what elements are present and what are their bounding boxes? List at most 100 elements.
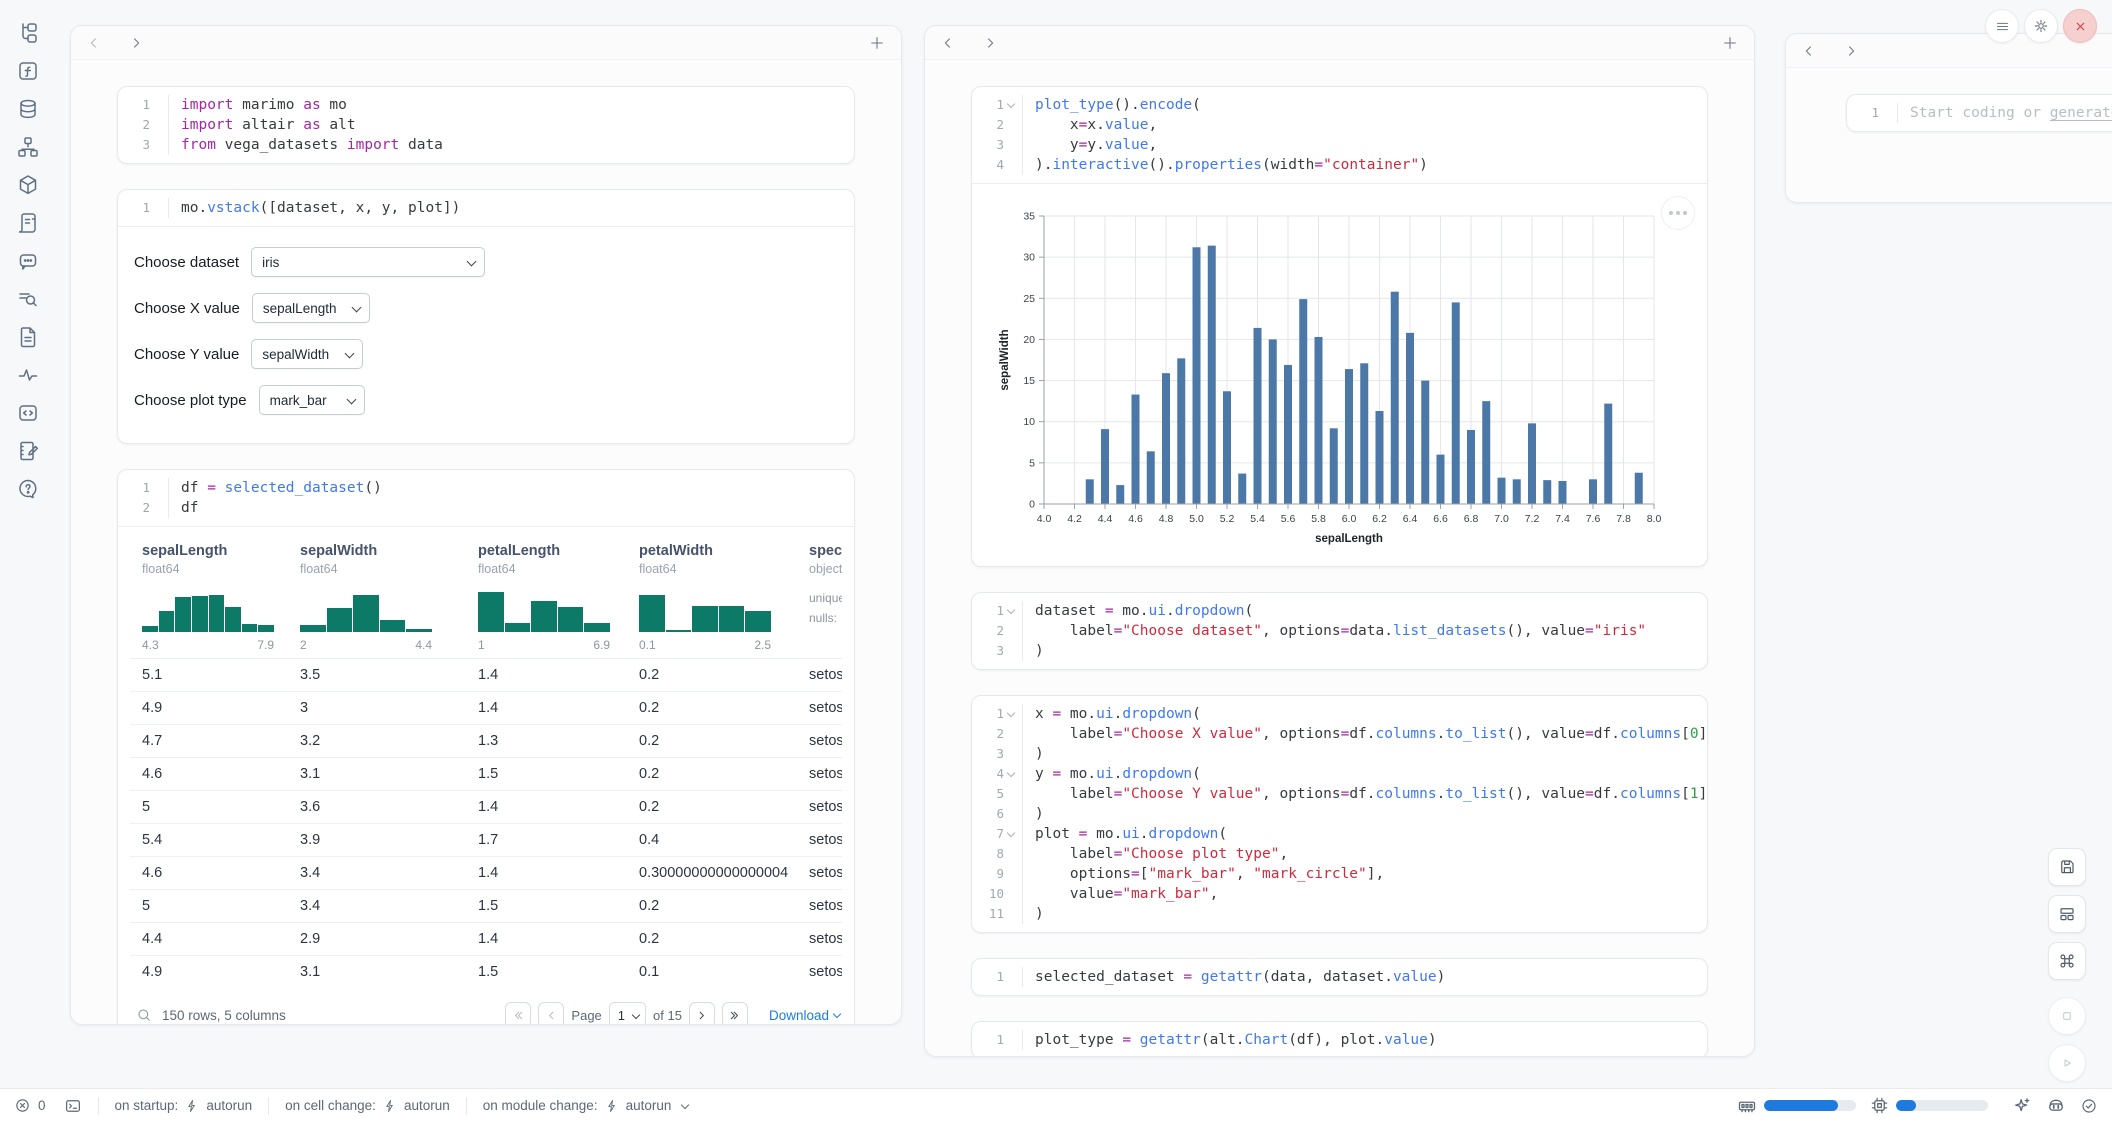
code-line: 2df	[122, 498, 844, 518]
table-row[interactable]: 4.63.41.40.30000000000000004setosa	[130, 856, 842, 889]
next-page-button[interactable]	[689, 1002, 715, 1025]
table-column-header[interactable]: petalLengthfloat6416.9	[466, 539, 627, 658]
errors-indicator[interactable]: 0	[14, 1097, 46, 1114]
table-column-header[interactable]: petalWidthfloat640.12.5	[627, 539, 797, 658]
run-icon[interactable]	[2048, 1044, 2086, 1082]
altair-chart[interactable]: 4.04.24.44.64.85.05.25.45.65.86.06.26.46…	[984, 196, 1695, 554]
plot-type-select[interactable]: mark_bar	[259, 385, 365, 415]
chart-menu-icon[interactable]	[1661, 196, 1695, 230]
table-row[interactable]: 5.43.91.70.4setosa	[130, 823, 842, 856]
connection-status-button[interactable]	[2080, 1097, 2098, 1115]
add-cell-icon[interactable]	[1722, 35, 1738, 51]
chevron-right-icon[interactable]	[1844, 44, 1858, 58]
stop-icon[interactable]	[2048, 997, 2086, 1035]
code-editor[interactable]: 1plot_type = getattr(alt.Chart(df), plot…	[972, 1022, 1707, 1057]
notebook-column-1: 1import marimo as mo2import altair as al…	[70, 25, 902, 1025]
table-row[interactable]: 5.13.51.40.2setosa	[130, 658, 842, 691]
prev-page-button[interactable]	[538, 1002, 564, 1025]
generate-link[interactable]: generate	[2050, 105, 2112, 121]
cell-selected-dataset: 1selected_dataset = getattr(data, datase…	[971, 958, 1708, 996]
x-value-select[interactable]: sepalLength	[252, 293, 370, 323]
code-editor[interactable]: 1dataset = mo.ui.dropdown(2 label="Choos…	[972, 593, 1707, 669]
table-column-header[interactable]: sepalWidthfloat6424.4	[288, 539, 466, 658]
table-row[interactable]: 4.73.21.30.2setosa	[130, 724, 842, 757]
on-module-change-toggle[interactable]: on module change: autorun	[483, 1098, 689, 1113]
dropdown-label: Choose X value	[134, 300, 240, 317]
empty-code-editor[interactable]: 1 Start coding or generate with	[1847, 95, 2112, 131]
code-line: 9 options=["mark_bar", "mark_circle"],	[976, 864, 1697, 884]
lightning-icon	[383, 1099, 397, 1113]
chevron-right-icon[interactable]	[129, 36, 143, 50]
code-editor[interactable]: 1import marimo as mo2import altair as al…	[118, 87, 854, 163]
y-value-select[interactable]: sepalWidth	[251, 339, 363, 369]
table-row[interactable]: 4.93.11.50.1setosa	[130, 955, 842, 988]
terminal-button[interactable]	[64, 1097, 82, 1115]
fold-chevron-icon[interactable]	[1004, 704, 1018, 724]
column-histogram	[142, 588, 274, 632]
lightning-icon	[185, 1099, 199, 1113]
chevron-left-icon[interactable]	[1802, 44, 1816, 58]
command-icon[interactable]	[2048, 942, 2086, 980]
table-row[interactable]: 53.41.50.2setosa	[130, 889, 842, 922]
save-icon[interactable]	[2048, 848, 2086, 886]
logs-icon[interactable]	[15, 210, 41, 236]
search-icon[interactable]	[136, 1007, 152, 1023]
snippets-icon[interactable]	[15, 400, 41, 426]
datasources-icon[interactable]	[15, 96, 41, 122]
table-column-header[interactable]: speciesobjectunique:nulls:	[797, 539, 842, 658]
fold-chevron-icon[interactable]	[1004, 764, 1018, 784]
help-icon[interactable]	[15, 476, 41, 502]
table-column-header[interactable]: sepalLengthfloat644.37.9	[130, 539, 288, 658]
last-page-button[interactable]	[722, 1002, 748, 1025]
chevron-left-icon[interactable]	[87, 36, 101, 50]
chevron-left-icon[interactable]	[941, 36, 955, 50]
menu-icon[interactable]	[1985, 9, 2019, 43]
scratchpad-icon[interactable]	[15, 438, 41, 464]
on-cell-change-value: autorun	[404, 1098, 450, 1113]
documentation-icon[interactable]	[15, 324, 41, 350]
fold-chevron-icon[interactable]	[1004, 824, 1018, 844]
ai-assist-button[interactable]	[2012, 1096, 2032, 1116]
svg-text:25: 25	[1023, 293, 1035, 305]
dependency-graph-icon[interactable]	[15, 134, 41, 160]
packages-icon[interactable]	[15, 172, 41, 198]
svg-text:4.4: 4.4	[1098, 513, 1113, 525]
tracing-icon[interactable]	[15, 362, 41, 388]
dataset-select[interactable]: iris	[251, 247, 485, 277]
code-editor[interactable]: 1mo.vstack([dataset, x, y, plot])	[118, 190, 854, 226]
download-link[interactable]: Download	[769, 1008, 840, 1023]
ai-chat-icon[interactable]	[15, 248, 41, 274]
close-icon[interactable]	[2063, 9, 2097, 43]
on-cell-change-toggle[interactable]: on cell change: autorun	[285, 1098, 450, 1113]
fold-chevron-icon[interactable]	[1004, 601, 1018, 621]
chevron-right-icon[interactable]	[983, 36, 997, 50]
settings-gear-icon[interactable]	[2024, 9, 2058, 43]
table-row[interactable]: 4.42.91.40.2setosa	[130, 922, 842, 955]
layout-icon[interactable]	[2048, 895, 2086, 933]
code-line: 3)	[976, 641, 1697, 661]
table-row[interactable]: 4.63.11.50.2setosa	[130, 757, 842, 790]
terminal-icon	[64, 1097, 82, 1115]
error-circle-icon	[14, 1097, 31, 1114]
ram-meter	[1764, 1100, 1856, 1111]
first-page-button[interactable]	[505, 1002, 531, 1025]
on-startup-toggle[interactable]: on startup: autorun	[115, 1098, 253, 1113]
variables-icon[interactable]	[15, 58, 41, 84]
check-circle-icon	[2080, 1097, 2098, 1115]
file-explorer-icon[interactable]	[15, 20, 41, 46]
copilot-button[interactable]	[2046, 1096, 2066, 1116]
svg-text:5: 5	[1029, 457, 1035, 469]
code-line: 1import marimo as mo	[122, 95, 844, 115]
table-row[interactable]: 53.61.40.2setosa	[130, 790, 842, 823]
page-number-select[interactable]: 1	[609, 1002, 646, 1025]
table-row[interactable]: 4.931.40.2setosa	[130, 691, 842, 724]
code-editor[interactable]: 1x = mo.ui.dropdown(2 label="Choose X va…	[972, 696, 1707, 932]
code-editor[interactable]: 1plot_type().encode(2 x=x.value,3 y=y.va…	[972, 87, 1707, 183]
notebook-column-2: 1plot_type().encode(2 x=x.value,3 y=y.va…	[924, 25, 1755, 1057]
code-editor[interactable]: 1df = selected_dataset()2df	[118, 470, 854, 526]
fold-chevron-icon[interactable]	[1004, 95, 1018, 115]
search-icon[interactable]	[15, 286, 41, 312]
svg-text:7.6: 7.6	[1586, 513, 1601, 525]
add-cell-icon[interactable]	[869, 35, 885, 51]
code-editor[interactable]: 1selected_dataset = getattr(data, datase…	[972, 959, 1707, 995]
